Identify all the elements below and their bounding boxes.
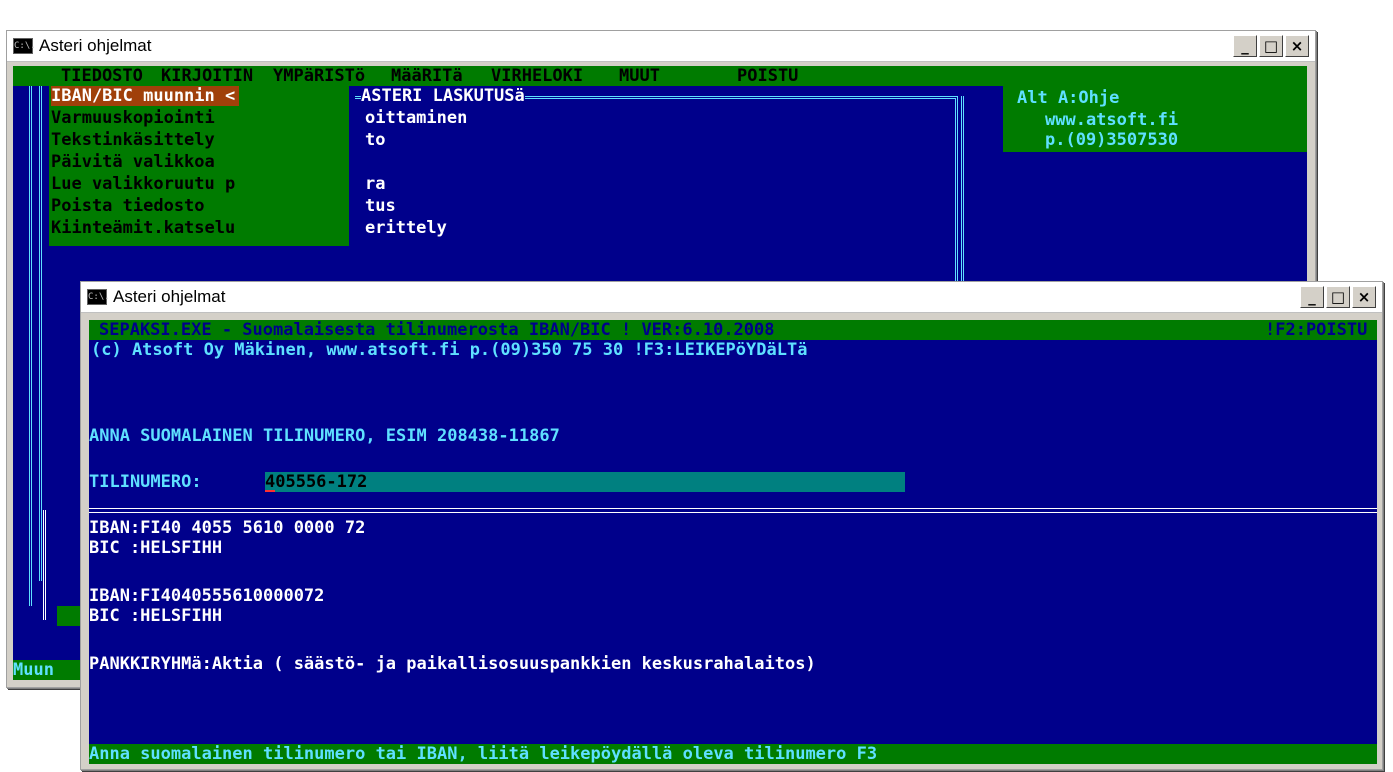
front-status-text: Anna suomalainen tilinumero tai IBAN, li… (89, 744, 878, 764)
submenu-title: ASTERI LASKUTUSä (361, 86, 525, 106)
text-cursor (265, 490, 275, 492)
left-menu-frame (29, 86, 36, 606)
menu-item-poista-tiedosto[interactable]: Poista tiedosto (51, 196, 205, 216)
close-icon: × (1290, 37, 1304, 55)
menu-virheloki[interactable]: VIRHELOKI (491, 66, 583, 86)
menu-ymparisto[interactable]: YMPäRISTö (273, 66, 365, 86)
left-menu-frame-inner (39, 86, 46, 581)
submenu-item-6[interactable]: erittely (365, 218, 447, 238)
submenu-item-4[interactable]: ra (365, 174, 385, 194)
front-header-copyright: (c) Atsoft Oy Mäkinen, www.atsoft.fi p.(… (91, 340, 808, 360)
submenu-frame-outer (955, 96, 964, 296)
submenu-item-1[interactable]: oittaminen (365, 108, 467, 128)
info-help: Alt A:Ohje (1017, 88, 1120, 108)
account-number-value: 405556-172 (265, 472, 368, 492)
menu-item-paivita-valikkoa[interactable]: Päivitä valikkoa (51, 152, 215, 172)
close-icon: × (1357, 288, 1371, 306)
menu-item-kiinteamit[interactable]: Kiinteämit.katselu (51, 218, 235, 238)
front-close-button[interactable]: × (1352, 286, 1376, 308)
back-window-title: Asteri ohjelmat (39, 36, 152, 55)
front-header-title: SEPAKSI.EXE - Suomalaisesta tilinumerost… (99, 320, 775, 340)
front-header-f2[interactable]: !F2:POISTU (1265, 320, 1367, 340)
minimize-icon: _ (1241, 37, 1249, 55)
console-app-icon: C:\. (87, 289, 110, 305)
minimize-icon: _ (1308, 288, 1316, 306)
menu-tiedosto[interactable]: TIEDOSTO (61, 66, 143, 86)
back-titlebar[interactable]: C:\. Asteri ohjelmat _ □ × (7, 31, 1315, 62)
bic-1: BIC :HELSFIHH (89, 538, 223, 558)
maximize-icon: □ (1330, 288, 1346, 306)
account-field-label: TILINUMERO: (89, 472, 202, 492)
back-status-text: Muun (13, 660, 54, 680)
submenu-item-2[interactable]: to (365, 130, 385, 150)
menu-kirjoitin[interactable]: KIRJOITIN (161, 66, 253, 86)
front-maximize-button[interactable]: □ (1326, 286, 1350, 308)
maximize-icon: □ (1263, 37, 1279, 55)
menu-item-iban-bic[interactable]: IBAN/BIC muunnin < (51, 86, 240, 106)
menu-maarita[interactable]: MääRITä (391, 66, 463, 86)
menu-muut[interactable]: MUUT (619, 66, 660, 86)
iban-formatted: IBAN:FI40 4055 5610 0000 72 (89, 518, 366, 538)
bank-group: PANKKIRYHMä:Aktia ( säästö- ja paikallis… (89, 654, 816, 674)
iban-electronic: IBAN:FI4040555610000072 (89, 586, 325, 606)
front-titlebar[interactable]: C:\. Asteri ohjelmat _ □ × (81, 282, 1382, 313)
front-minimize-button[interactable]: _ (1300, 286, 1324, 308)
info-phone: p.(09)3507530 (1045, 130, 1179, 150)
menu-item-lue-valikkoruutu[interactable]: Lue valikkoruutu p (51, 174, 235, 194)
submenu-item-5[interactable]: tus (365, 196, 396, 216)
back-close-button[interactable]: × (1285, 35, 1309, 57)
back-maximize-button[interactable]: □ (1259, 35, 1283, 57)
console-app-icon: C:\. (13, 38, 36, 54)
front-prompt: ANNA SUOMALAINEN TILINUMERO, ESIM 208438… (89, 426, 560, 446)
info-url: www.atsoft.fi (1045, 110, 1179, 130)
bic-2: BIC :HELSFIHH (89, 606, 223, 626)
front-console: SEPAKSI.EXE - Suomalaisesta tilinumerost… (89, 320, 1377, 764)
front-window[interactable]: C:\. Asteri ohjelmat _ □ × SEPAKSI.EXE -… (80, 281, 1383, 770)
menu-poistu[interactable]: POISTU (737, 66, 798, 86)
back-minimize-button[interactable]: _ (1233, 35, 1257, 57)
menu-item-tekstinkasittely[interactable]: Tekstinkäsittely (51, 130, 215, 150)
front-separator (89, 508, 1377, 513)
account-number-input[interactable]: 405556-172 (265, 472, 905, 492)
menu-item-varmuuskopiointi[interactable]: Varmuuskopiointi (51, 108, 215, 128)
front-window-title: Asteri ohjelmat (113, 287, 226, 306)
